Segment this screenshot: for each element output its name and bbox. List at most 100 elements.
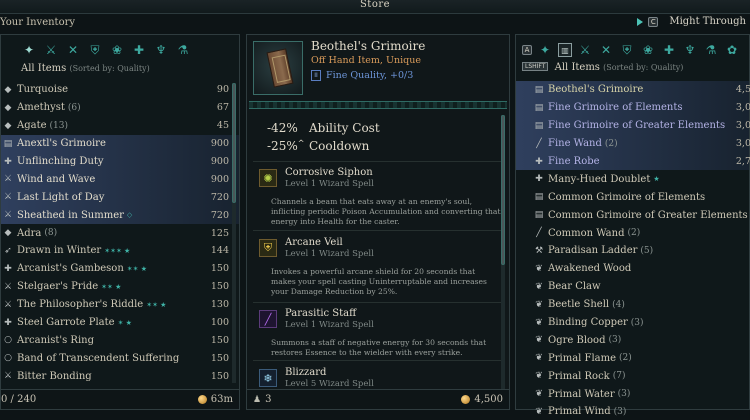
list-item[interactable]: ✚ Unflinching Duty 900: [1, 152, 239, 171]
sword-icon[interactable]: ⚔: [577, 42, 593, 58]
axe-icon[interactable]: ✕: [598, 42, 614, 58]
store-sort-label[interactable]: (Sorted by: Quality): [603, 63, 683, 72]
list-item[interactable]: ❦ Binding Copper (3): [516, 314, 749, 332]
amulet-icon[interactable]: ♆: [153, 42, 169, 58]
item-icon: ◆: [4, 84, 12, 95]
lshift-key-hint[interactable]: LSHIFT: [522, 62, 549, 71]
store-list-title: All Items: [554, 62, 600, 73]
list-item[interactable]: ◆ Adra (8) 125: [1, 224, 239, 242]
inventory-filters: ✦ ⚔ ✕ ⛨ ❀ ✚ ♆ ⚗: [1, 39, 239, 61]
key-a-hint[interactable]: A: [522, 45, 532, 55]
list-item[interactable]: ▤ Common Grimoire of Greater Elements: [516, 206, 749, 224]
spell-level: Level 1 Wizard Spell: [285, 320, 374, 330]
list-item[interactable]: ⚔ Sheathed in Summer ◇ 720: [1, 206, 239, 225]
list-item[interactable]: ◆ Amethyst (6) 67: [1, 99, 239, 117]
list-item[interactable]: ⚒ Paradisan Ladder (5): [516, 242, 749, 260]
list-item[interactable]: ⚔ Stelgaer's Pride ✶✶ ★ 150: [1, 278, 239, 296]
item-name: Paradisan Ladder: [548, 245, 638, 257]
all-filter-icon[interactable]: ✦: [21, 42, 37, 58]
axe-icon[interactable]: ✕: [65, 42, 81, 58]
inventory-list-title: All Items: [21, 63, 67, 74]
list-item[interactable]: ✚ Fine Robe 2,7: [516, 152, 750, 171]
inventory-sort-label[interactable]: (Sorted by: Quality): [70, 64, 150, 73]
item-icon: ⚔: [3, 174, 13, 185]
book-filter-icon[interactable]: ▥: [558, 43, 572, 57]
stat-value: -25%^: [267, 139, 305, 153]
inventory-scrollbar[interactable]: [232, 83, 236, 383]
list-item[interactable]: ⚔ Bitter Bonding 150: [1, 367, 239, 385]
ornament-divider: [249, 101, 507, 109]
list-item[interactable]: ⚔ Wind and Wave 900: [1, 170, 239, 189]
list-item[interactable]: ▤ Beothel's Grimoire 4,5: [516, 81, 750, 99]
item-name: Arcanist's Ring: [17, 334, 94, 346]
list-item[interactable]: ✚ Arcanist's Gambeson ✶✶ ★ 150: [1, 260, 239, 278]
list-item[interactable]: ◆ Agate (13) 45: [1, 117, 239, 135]
item-icon: ▤: [534, 192, 544, 203]
list-item[interactable]: ❦ Primal Water (3): [516, 385, 749, 403]
list-item[interactable]: ❦ Primal Wind (3): [516, 403, 749, 420]
list-item[interactable]: ╱ Fine Wand (2) 3,0: [516, 134, 750, 153]
item-icon: ╱: [536, 138, 542, 149]
list-item[interactable]: ◆ Turquoise 90: [1, 81, 239, 99]
spell-arcane-veil[interactable]: ⛨ Arcane Veil Level 1 Wizard Spell Invok…: [259, 237, 501, 301]
rarity-stars: ◇: [126, 211, 133, 220]
list-item[interactable]: ✚ Steel Garrote Plate ✶ ★ 100: [1, 314, 239, 332]
list-item[interactable]: ❦ Ogre Blood (3): [516, 331, 749, 349]
quest-icon[interactable]: ✿: [724, 42, 740, 58]
might-through-label[interactable]: Might Through: [669, 16, 746, 27]
list-item[interactable]: ➶ Drawn in Winter ✶✶✶ ★ 144: [1, 242, 239, 260]
all-filter-icon[interactable]: ✦: [537, 42, 553, 58]
misc-icon[interactable]: ⚗: [703, 42, 719, 58]
ring-icon[interactable]: ❀: [109, 42, 125, 58]
misc-icon[interactable]: ⚗: [175, 42, 191, 58]
list-item[interactable]: ✚ Many-Hued Doublet ★: [516, 170, 749, 188]
shield-icon[interactable]: ⛨: [619, 42, 635, 58]
list-item[interactable]: ❦ Awakened Wood: [516, 260, 749, 278]
list-item[interactable]: ╱ Common Wand (2): [516, 224, 749, 242]
key-c-hint[interactable]: C: [648, 16, 659, 27]
amulet-icon[interactable]: ♆: [682, 42, 698, 58]
store-list-header: LSHIFT All Items (Sorted by: Quality): [522, 62, 683, 73]
item-value: 45: [216, 120, 229, 132]
armor-icon[interactable]: ✚: [131, 42, 147, 58]
detail-scroll-thumb[interactable]: [501, 115, 505, 265]
list-item[interactable]: ⚔ Last Light of Day 720: [1, 188, 239, 207]
list-item[interactable]: ▤ Anextl's Grimoire 900: [1, 134, 239, 153]
store-list: ▤ Beothel's Grimoire 4,5 ▤ Fine Grimoire of …: [516, 81, 750, 420]
shield-icon[interactable]: ⛨: [87, 42, 103, 58]
spell-name: Corrosive Siphon: [285, 167, 373, 178]
detail-footer: ♟ 3 4,500: [247, 389, 509, 409]
inventory-list: ◆ Turquoise 90 ◆ Amethyst (6) 67 ◆ Agate (13) 45 ▤ A…: [1, 81, 239, 385]
list-item[interactable]: ○ Arcanist's Ring 150: [1, 331, 239, 349]
list-item[interactable]: ❦ Primal Flame (2): [516, 349, 749, 367]
list-item[interactable]: ⚔ The Philosopher's Riddle ✶✶ ★ 130: [1, 296, 239, 314]
item-name: Binding Copper: [548, 317, 628, 329]
arcane-veil-icon: ⛨: [259, 239, 277, 257]
item-name: Sheathed in Summer: [17, 209, 124, 221]
spell-corrosive-siphon[interactable]: ✺ Corrosive Siphon Level 1 Wizard Spell …: [259, 167, 501, 231]
detail-scrollbar[interactable]: [501, 115, 505, 389]
item-name: Primal Rock: [548, 370, 610, 382]
ring-icon[interactable]: ❀: [640, 42, 656, 58]
play-icon[interactable]: [637, 17, 644, 26]
spell-blizzard[interactable]: ❄ Blizzard Level 5 Wizard Spell: [259, 367, 501, 391]
list-item[interactable]: ▤ Fine Grimoire of Elements 3,0: [516, 98, 750, 117]
sword-icon[interactable]: ⚔: [43, 42, 59, 58]
divider: [253, 302, 503, 303]
list-item[interactable]: ❦ Primal Rock (7): [516, 367, 749, 385]
list-item[interactable]: ○ Band of Transcendent Suffering 150: [1, 349, 239, 367]
item-name: Wind and Wave: [17, 173, 96, 185]
armor-icon[interactable]: ✚: [661, 42, 677, 58]
spell-parasitic-staff[interactable]: ╱ Parasitic Staff Level 1 Wizard Spell S…: [259, 308, 501, 362]
list-item[interactable]: ▤ Fine Grimoire of Greater Elements 3,0: [516, 116, 750, 135]
item-icon: ❦: [535, 353, 543, 364]
list-item[interactable]: ▤ Common Grimoire of Elements: [516, 188, 749, 206]
list-item[interactable]: ❦ Bear Claw: [516, 278, 749, 296]
stat-value: -42%: [267, 121, 298, 135]
grimoire-icon: [266, 48, 294, 88]
list-item[interactable]: ❦ Beetle Shell (4): [516, 296, 749, 314]
item-count: (13): [49, 120, 69, 131]
inventory-scroll-thumb[interactable]: [232, 83, 236, 203]
item-name: Common Grimoire of Elements: [548, 191, 706, 203]
item-name: Bear Claw: [548, 281, 601, 293]
